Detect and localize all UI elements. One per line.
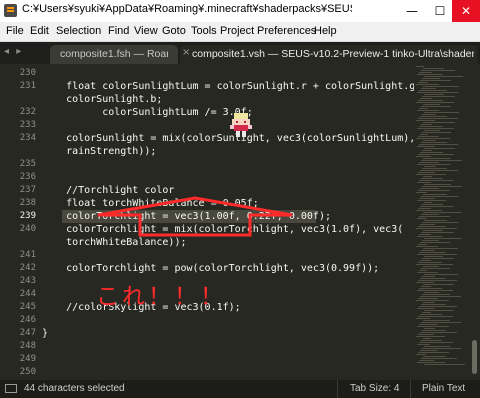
arrow-annotation-icon bbox=[97, 196, 293, 237]
syntax-status[interactable]: Plain Text bbox=[422, 383, 465, 394]
status-panel-icon[interactable] bbox=[5, 384, 17, 393]
selection-status: 44 characters selected bbox=[24, 383, 125, 394]
status-separator bbox=[337, 380, 338, 398]
tab-size-status[interactable]: Tab Size: 4 bbox=[350, 383, 399, 394]
annotation-text: これ！！！ bbox=[96, 284, 226, 310]
status-bar: 44 characters selected Tab Size: 4 Plain… bbox=[0, 380, 480, 398]
status-separator bbox=[410, 380, 411, 398]
